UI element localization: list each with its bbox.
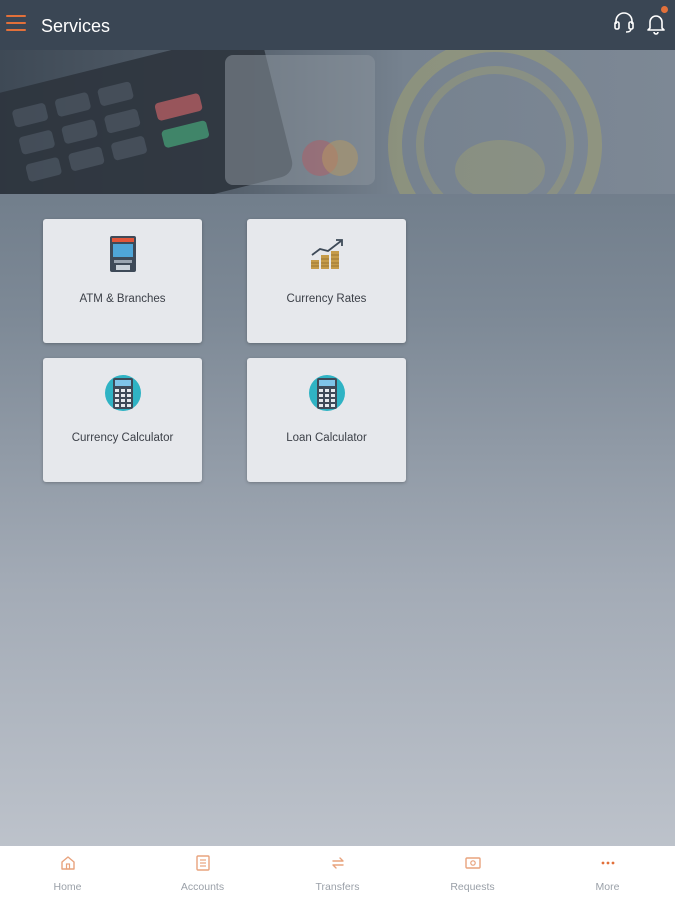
requests-icon xyxy=(464,857,481,869)
home-icon xyxy=(60,856,75,870)
nav-item-home[interactable]: Home xyxy=(0,846,135,900)
nav-item-more[interactable]: More xyxy=(540,846,675,900)
headset-icon[interactable] xyxy=(613,11,635,35)
tile-label: Currency Calculator xyxy=(71,432,174,444)
nav-label: More xyxy=(595,881,620,893)
nav-label: Accounts xyxy=(180,881,225,893)
page-title: Services xyxy=(41,16,111,36)
nav-item-requests[interactable]: Requests xyxy=(405,846,540,900)
accounts-icon xyxy=(195,855,210,871)
bell-icon[interactable] xyxy=(645,6,668,35)
nav-label: Requests xyxy=(450,881,495,893)
nav-item-accounts[interactable]: Accounts xyxy=(135,846,270,900)
more-dots-icon xyxy=(601,861,614,865)
calculator-icon xyxy=(308,374,346,412)
tile-label: ATM & Branches xyxy=(79,293,166,305)
atm-icon xyxy=(104,235,142,273)
transfer-icon xyxy=(331,857,344,869)
tile-label: Loan Calculator xyxy=(286,432,367,444)
currency-calculator-tile[interactable]: Currency Calculator xyxy=(43,358,202,482)
nav-label: Home xyxy=(53,881,82,893)
hamburger-menu-icon[interactable] xyxy=(6,15,26,31)
services-grid: ATM & Branches Currency Rates Currency C… xyxy=(43,219,406,482)
bottom-navigation: Home Accounts Transfers Requests More xyxy=(0,846,675,900)
tile-label: Currency Rates xyxy=(286,293,367,305)
currency-rates-tile[interactable]: Currency Rates xyxy=(247,219,406,343)
calculator-icon xyxy=(104,374,142,412)
services-banner-image xyxy=(0,50,675,194)
app-header: Services xyxy=(0,0,675,50)
notification-badge xyxy=(661,6,668,13)
atm-branches-tile[interactable]: ATM & Branches xyxy=(43,219,202,343)
chart-coins-icon xyxy=(308,235,346,273)
nav-label: Transfers xyxy=(315,881,360,893)
nav-item-transfers[interactable]: Transfers xyxy=(270,846,405,900)
loan-calculator-tile[interactable]: Loan Calculator xyxy=(247,358,406,482)
